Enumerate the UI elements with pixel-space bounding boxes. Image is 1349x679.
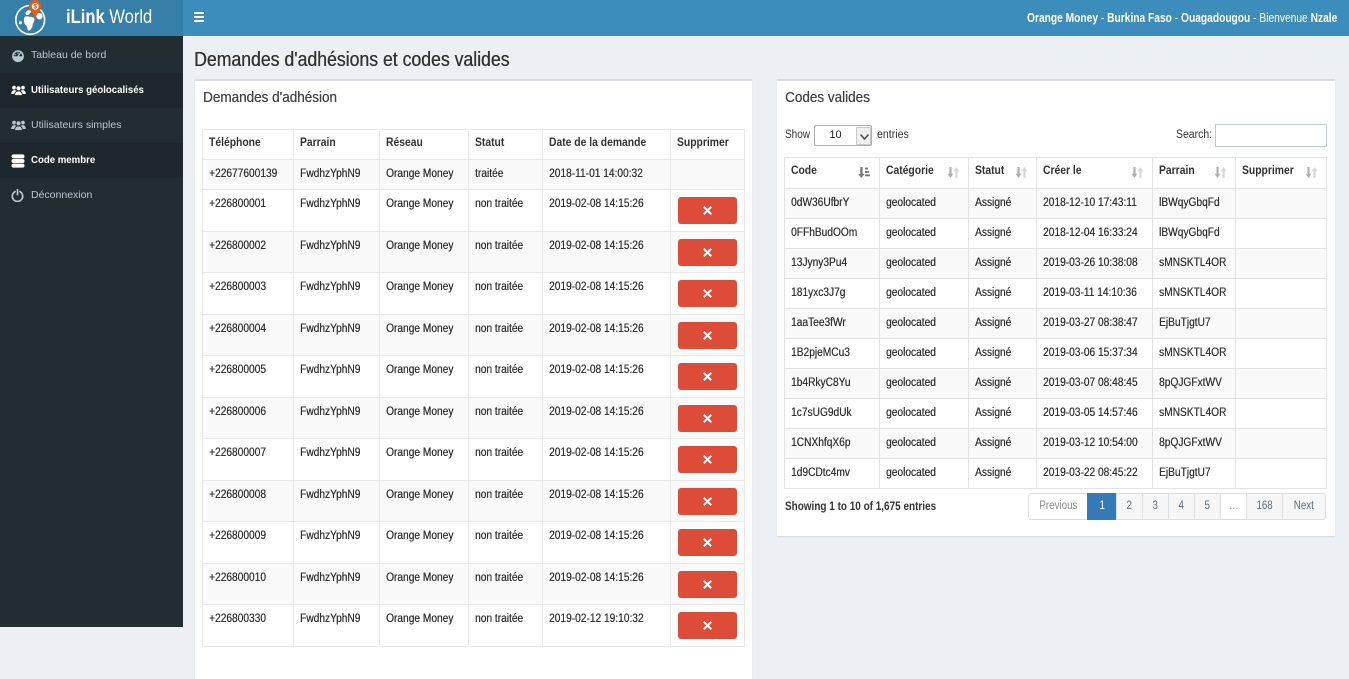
- svg-text:$: $: [33, 4, 37, 11]
